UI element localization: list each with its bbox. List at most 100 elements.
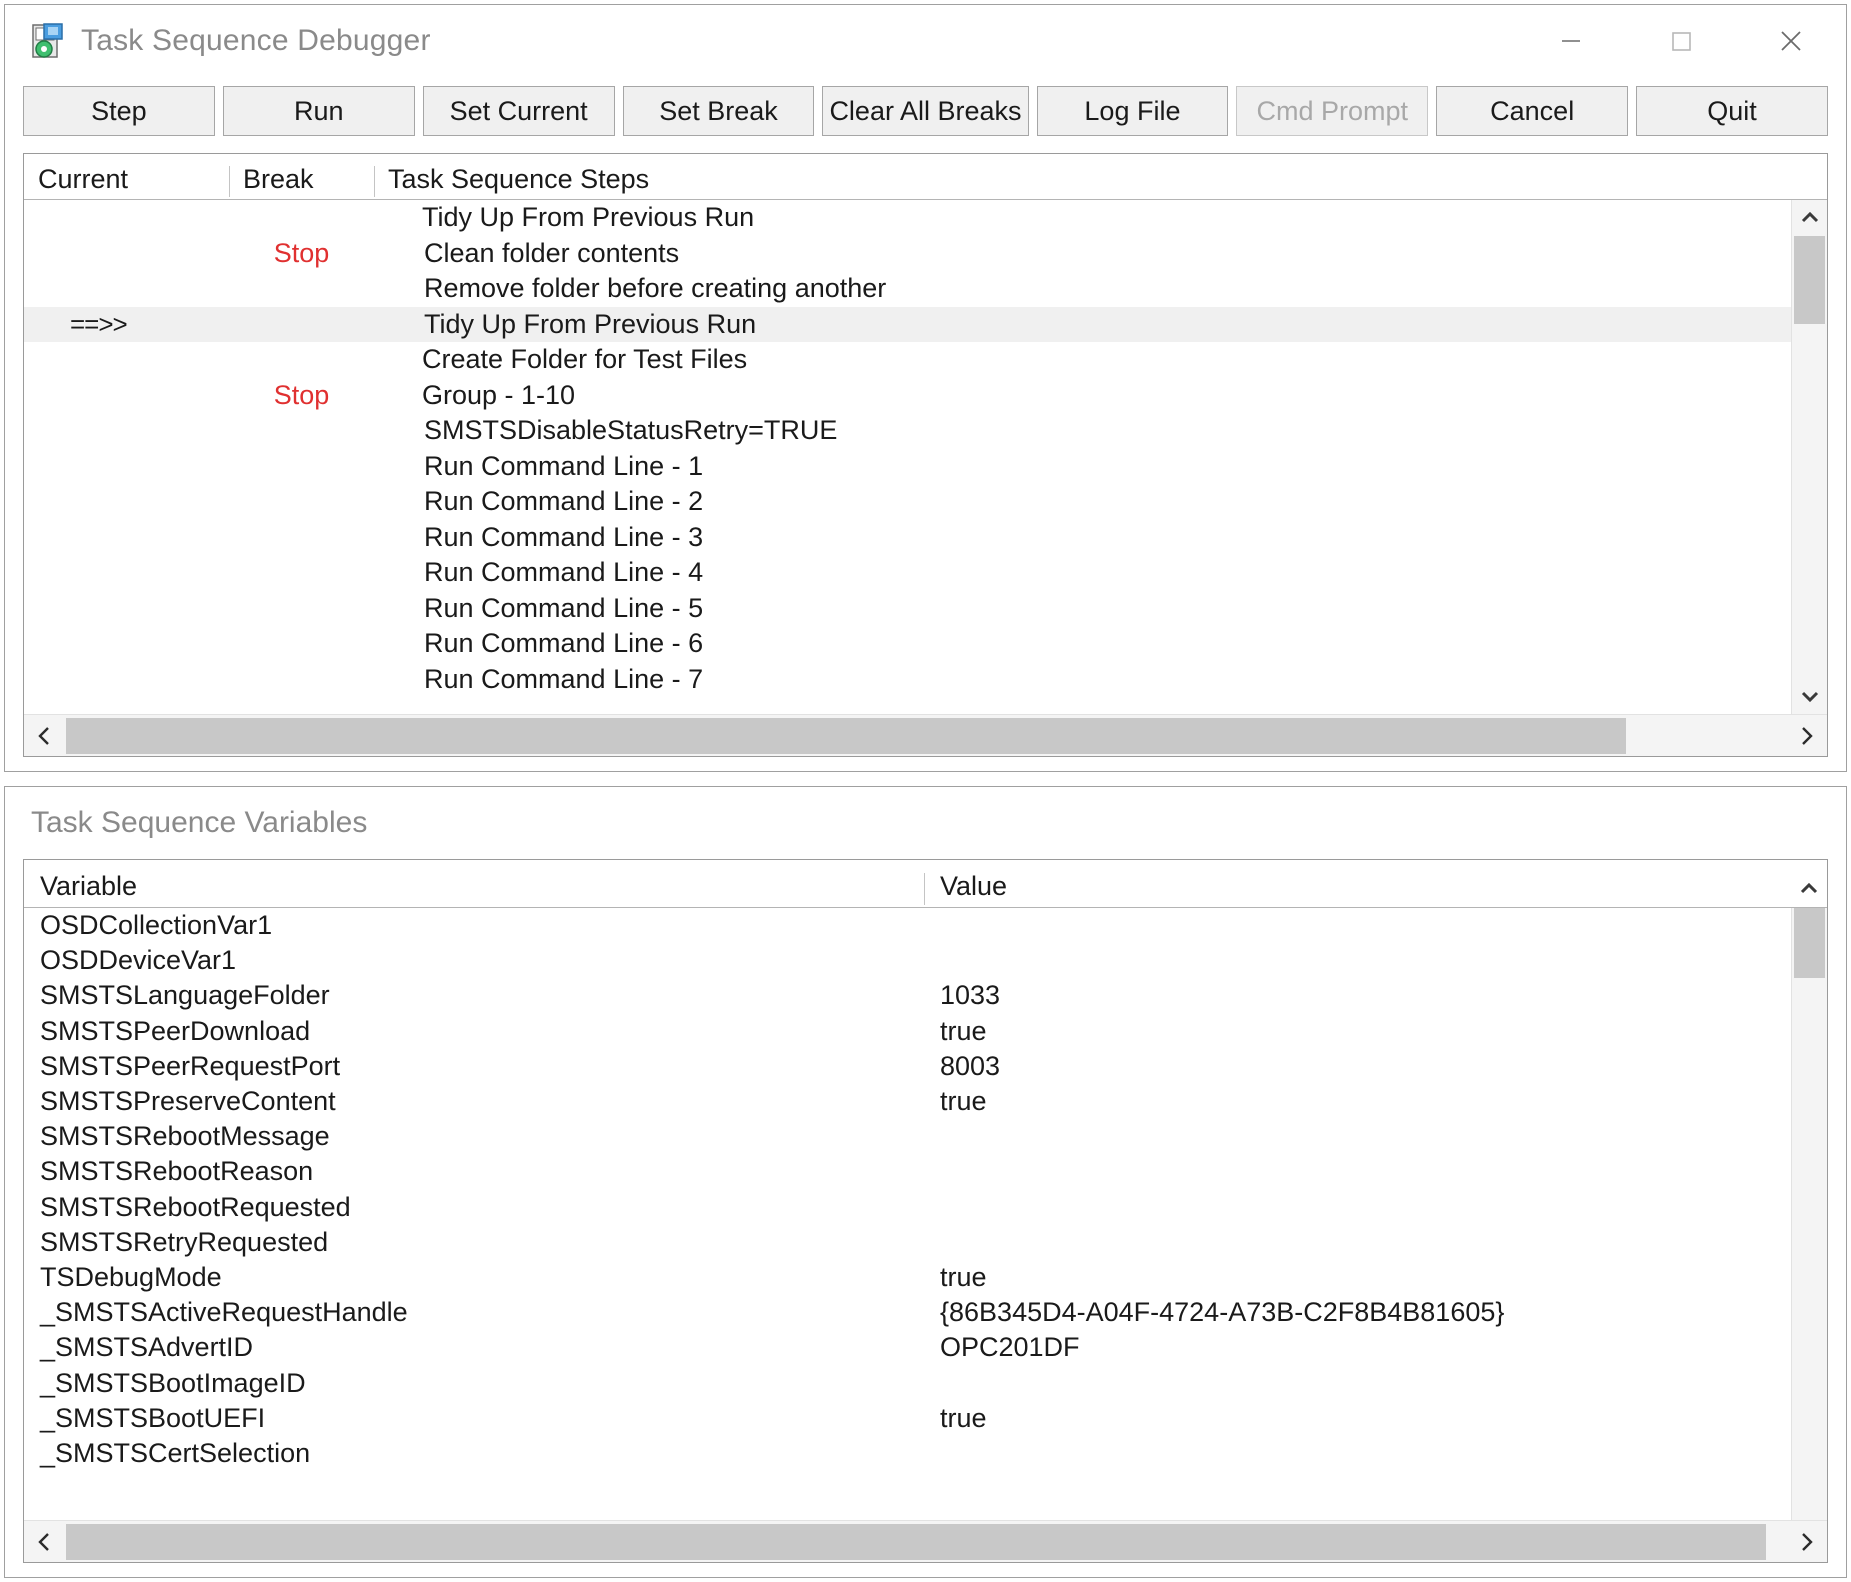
- variables-hscroll-track[interactable]: [66, 1521, 1785, 1563]
- task-step-row[interactable]: ==>>Tidy Up From Previous Run: [24, 307, 1791, 343]
- variable-name: SMSTSPeerRequestPort: [24, 1051, 924, 1082]
- variable-value: true: [924, 1403, 1791, 1434]
- step-name: SMSTSDisableStatusRetry=TRUE: [374, 415, 1791, 446]
- step-break-marker: Stop: [229, 380, 374, 411]
- task-step-row[interactable]: Run Command Line - 5: [24, 591, 1791, 627]
- variable-name: SMSTSRebootReason: [24, 1156, 924, 1187]
- steps-rows-area: Tidy Up From Previous RunStopClean folde…: [24, 200, 1827, 714]
- chevron-left-icon: [33, 724, 57, 748]
- task-step-row[interactable]: Create Folder for Test Files: [24, 342, 1791, 378]
- column-header-current[interactable]: Current: [24, 164, 229, 199]
- task-step-row[interactable]: Run Command Line - 7: [24, 662, 1791, 698]
- variable-row[interactable]: _SMSTSBootUEFItrue: [24, 1401, 1791, 1436]
- variable-value: true: [924, 1262, 1791, 1293]
- toolbar-button-step[interactable]: Step: [23, 86, 215, 136]
- column-header-variable[interactable]: Variable: [24, 871, 924, 907]
- close-icon: [1771, 21, 1811, 61]
- steps-hscroll-thumb[interactable]: [66, 718, 1626, 754]
- variable-name: SMSTSPeerDownload: [24, 1016, 924, 1047]
- toolbar-button-set-current[interactable]: Set Current: [423, 86, 615, 136]
- variable-row[interactable]: OSDCollectionVar1: [24, 908, 1791, 943]
- variable-row[interactable]: _SMSTSActiveRequestHandle{86B345D4-A04F-…: [24, 1295, 1791, 1330]
- variable-row[interactable]: TSDebugModetrue: [24, 1260, 1791, 1295]
- variables-vertical-scrollbar[interactable]: [1791, 908, 1827, 1520]
- chevron-up-icon: [1796, 876, 1822, 902]
- column-header-task-sequence-steps[interactable]: Task Sequence Steps: [374, 164, 1827, 199]
- steps-scroll-right-button[interactable]: [1785, 715, 1827, 757]
- variable-value: true: [924, 1016, 1791, 1047]
- task-step-row[interactable]: Run Command Line - 6: [24, 626, 1791, 662]
- minimize-button[interactable]: [1516, 5, 1626, 77]
- step-break-marker: Stop: [229, 238, 374, 269]
- variable-value: 1033: [924, 980, 1791, 1011]
- task-step-row[interactable]: StopGroup - 1-10: [24, 378, 1791, 414]
- variable-row[interactable]: SMSTSRebootReason: [24, 1154, 1791, 1189]
- step-name: Tidy Up From Previous Run: [374, 309, 1791, 340]
- variable-row[interactable]: SMSTSPreserveContenttrue: [24, 1084, 1791, 1119]
- toolbar-button-log-file[interactable]: Log File: [1037, 86, 1229, 136]
- variable-row[interactable]: SMSTSRebootRequested: [24, 1190, 1791, 1225]
- toolbar-button-clear-all-breaks[interactable]: Clear All Breaks: [822, 86, 1028, 136]
- variable-value: OPC201DF: [924, 1332, 1791, 1363]
- chevron-right-icon: [1794, 1530, 1818, 1554]
- step-name: Run Command Line - 2: [374, 486, 1791, 517]
- steps-scroll-left-button[interactable]: [24, 715, 66, 757]
- column-header-break[interactable]: Break: [229, 164, 374, 199]
- task-step-row[interactable]: Run Command Line - 4: [24, 555, 1791, 591]
- steps-vscroll-track[interactable]: [1792, 236, 1827, 678]
- variable-row[interactable]: SMSTSPeerDownloadtrue: [24, 1014, 1791, 1049]
- step-name: Run Command Line - 3: [374, 522, 1791, 553]
- variables-rows[interactable]: OSDCollectionVar1OSDDeviceVar1SMSTSLangu…: [24, 908, 1791, 1520]
- variables-header-scroll-spacer: [1791, 871, 1827, 907]
- toolbar: StepRunSet CurrentSet BreakClear All Bre…: [5, 77, 1846, 145]
- toolbar-button-set-break[interactable]: Set Break: [623, 86, 815, 136]
- app-icon: [31, 23, 67, 59]
- step-name: Clean folder contents: [374, 238, 1791, 269]
- task-step-row[interactable]: StopClean folder contents: [24, 236, 1791, 272]
- toolbar-button-cancel[interactable]: Cancel: [1436, 86, 1628, 136]
- task-step-row[interactable]: Run Command Line - 3: [24, 520, 1791, 556]
- variable-row[interactable]: SMSTSRetryRequested: [24, 1225, 1791, 1260]
- variables-vscroll-track[interactable]: [1792, 908, 1827, 1520]
- task-step-row[interactable]: Run Command Line - 1: [24, 449, 1791, 485]
- toolbar-button-run[interactable]: Run: [223, 86, 415, 136]
- variables-hscroll-thumb[interactable]: [66, 1524, 1766, 1560]
- task-step-row[interactable]: Tidy Up From Previous Run: [24, 200, 1791, 236]
- task-step-row[interactable]: Run Command Line - 2: [24, 484, 1791, 520]
- chevron-right-icon: [1794, 724, 1818, 748]
- maximize-button[interactable]: [1626, 5, 1736, 77]
- steps-horizontal-scrollbar[interactable]: [24, 714, 1827, 756]
- toolbar-button-quit[interactable]: Quit: [1636, 86, 1828, 136]
- variable-name: OSDDeviceVar1: [24, 945, 924, 976]
- variable-name: SMSTSLanguageFolder: [24, 980, 924, 1011]
- variable-row[interactable]: SMSTSPeerRequestPort8003: [24, 1049, 1791, 1084]
- steps-scroll-up-button[interactable]: [1792, 200, 1827, 236]
- variable-row[interactable]: _SMSTSAdvertIDOPC201DF: [24, 1330, 1791, 1365]
- task-step-row[interactable]: SMSTSDisableStatusRetry=TRUE: [24, 413, 1791, 449]
- variable-row[interactable]: SMSTSRebootMessage: [24, 1119, 1791, 1154]
- steps-vscroll-thumb[interactable]: [1794, 236, 1825, 324]
- variable-name: _SMSTSBootUEFI: [24, 1403, 924, 1434]
- variables-vscroll-thumb[interactable]: [1794, 908, 1825, 978]
- task-step-row[interactable]: Remove folder before creating another: [24, 271, 1791, 307]
- step-name: Group - 1-10: [374, 380, 1791, 411]
- variables-scroll-up-button[interactable]: [1791, 871, 1827, 907]
- variable-row[interactable]: SMSTSLanguageFolder1033: [24, 978, 1791, 1013]
- steps-rows[interactable]: Tidy Up From Previous RunStopClean folde…: [24, 200, 1791, 714]
- variables-scroll-right-button[interactable]: [1785, 1521, 1827, 1563]
- close-button[interactable]: [1736, 5, 1846, 77]
- variables-scroll-left-button[interactable]: [24, 1521, 66, 1563]
- chevron-up-icon: [1797, 205, 1823, 231]
- variables-horizontal-scrollbar[interactable]: [24, 1520, 1827, 1562]
- steps-vertical-scrollbar[interactable]: [1791, 200, 1827, 714]
- steps-scroll-down-button[interactable]: [1792, 678, 1827, 714]
- step-name: Create Folder for Test Files: [374, 344, 1791, 375]
- variable-row[interactable]: _SMSTSCertSelection: [24, 1436, 1791, 1471]
- step-name: Run Command Line - 7: [374, 664, 1791, 695]
- variable-name: _SMSTSAdvertID: [24, 1332, 924, 1363]
- variable-row[interactable]: OSDDeviceVar1: [24, 943, 1791, 978]
- variable-row[interactable]: _SMSTSBootImageID: [24, 1365, 1791, 1400]
- chevron-left-icon: [33, 1530, 57, 1554]
- steps-hscroll-track[interactable]: [66, 715, 1785, 757]
- column-header-value[interactable]: Value: [924, 871, 1791, 907]
